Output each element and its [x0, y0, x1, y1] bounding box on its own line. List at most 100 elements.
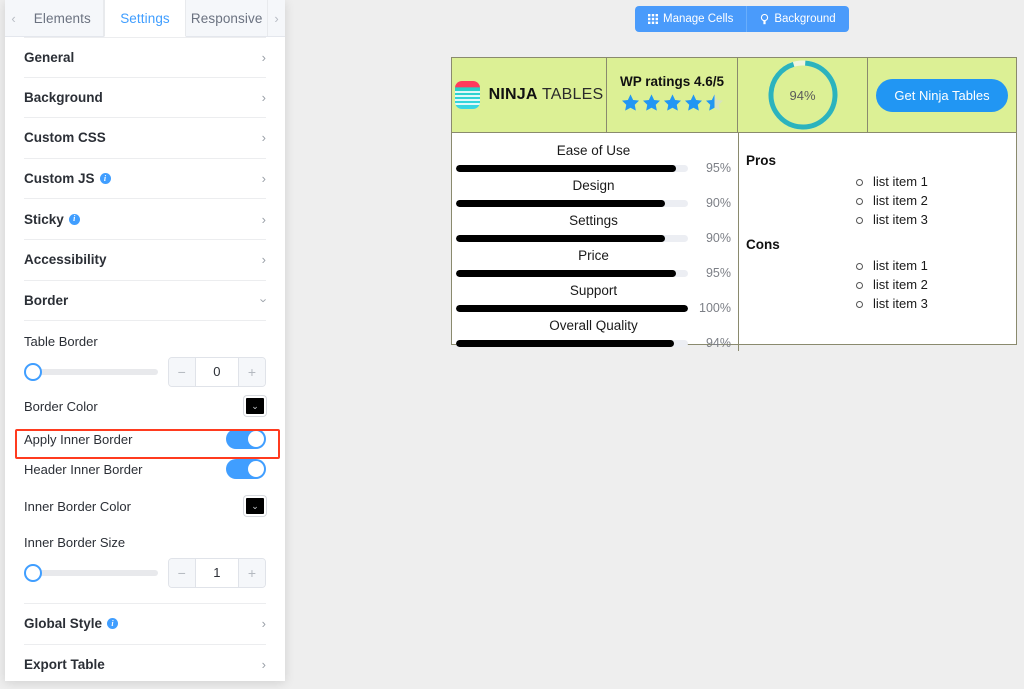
accordion-border-label: Border — [24, 292, 69, 308]
accordion-global-style[interactable]: Global Style i › — [24, 604, 266, 645]
header-inner-border-row[interactable]: Header Inner Border — [24, 454, 266, 484]
chevron-right-icon: › — [261, 616, 266, 632]
tab-responsive[interactable]: Responsive — [186, 0, 269, 36]
border-color-row: Border Color ⌄ — [24, 390, 266, 422]
apply-inner-border-toggle[interactable] — [226, 429, 266, 450]
bar-label: Settings — [569, 213, 618, 228]
bar-percent: 100% — [699, 301, 731, 315]
logo-text-light: TABLES — [537, 86, 604, 103]
accordion-border[interactable]: Border › — [24, 281, 271, 322]
tab-elements[interactable]: Elements — [22, 0, 104, 36]
bar-label: Design — [572, 178, 615, 193]
accordion-general-label: General — [24, 49, 75, 65]
accordion-background[interactable]: Background › — [24, 78, 266, 119]
bar-fill — [456, 199, 665, 207]
table-border-label: Table Border — [24, 334, 98, 350]
get-ninja-tables-button[interactable]: Get Ninja Tables — [876, 78, 1008, 112]
list-item: list item 1 — [853, 172, 1016, 191]
cons-list: list item 1 list item 2 list item 3 — [739, 256, 1016, 313]
info-icon[interactable]: i — [99, 173, 111, 185]
logo-text: NINJA TABLES — [489, 86, 604, 104]
toggle-knob — [248, 431, 264, 448]
manage-cells-button[interactable]: Manage Cells — [635, 6, 747, 32]
table-border-control: − 0 + — [24, 353, 266, 390]
list-item: list item 1 — [853, 256, 1016, 275]
info-icon[interactable]: i — [107, 618, 119, 630]
score-value: 94% — [789, 87, 816, 103]
tab-scroll-right-icon[interactable]: › — [268, 0, 285, 36]
header-cell-score: 94% — [738, 58, 868, 133]
bar-percent: 90% — [705, 231, 731, 245]
inner-border-size-slider[interactable] — [24, 563, 158, 582]
chevron-right-icon: › — [261, 130, 266, 146]
chevron-down-icon: ⌄ — [251, 500, 259, 511]
slider-track — [24, 569, 158, 576]
grid-icon — [648, 14, 658, 24]
increment-icon[interactable]: + — [238, 558, 265, 587]
settings-list: General › Background › Custom CSS › Cust… — [5, 37, 285, 681]
accordion-export-table-label: Export Table — [24, 657, 105, 673]
increment-icon[interactable]: + — [238, 357, 265, 386]
decrement-icon[interactable]: − — [168, 558, 196, 587]
bar-label: Support — [569, 283, 618, 298]
bar-item: Price 95% — [456, 246, 731, 280]
slider-handle[interactable] — [24, 563, 42, 582]
bar-percent: 94% — [705, 336, 731, 350]
table-body-row: Ease of Use 95% Design 90% Settings 90% … — [452, 133, 1016, 351]
score-donut-chart: 94% — [766, 58, 840, 132]
chevron-down-icon: ⌄ — [251, 400, 259, 411]
header-inner-border-toggle[interactable] — [226, 459, 266, 480]
border-color-swatch[interactable]: ⌄ — [244, 396, 266, 417]
half-star-icon — [705, 94, 723, 116]
apply-inner-border-row[interactable]: Apply Inner Border — [24, 424, 266, 454]
accordion-sticky-label: Sticky — [24, 211, 64, 227]
star-rating — [621, 94, 723, 116]
list-item: list item 3 — [853, 294, 1016, 313]
toggle-knob — [248, 461, 264, 478]
bar-item: Support 100% — [456, 281, 731, 315]
table-border-value[interactable]: 0 — [196, 358, 238, 386]
inner-border-size-value[interactable]: 1 — [196, 559, 238, 587]
star-icon — [684, 94, 702, 116]
accordion-sticky[interactable]: Sticky i › — [24, 199, 266, 240]
bar-fill — [456, 339, 675, 347]
logo-text-bold: NINJA — [488, 86, 538, 103]
accordion-accessibility[interactable]: Accessibility › — [24, 240, 266, 281]
inner-border-size-stepper[interactable]: − 1 + — [167, 557, 266, 588]
inner-border-size-label: Inner Border Size — [24, 535, 126, 551]
bar-line: 90% — [456, 231, 731, 245]
bar-fill — [456, 269, 677, 277]
bar-line: 90% — [456, 196, 731, 210]
bar-fill — [456, 164, 677, 172]
accordion-custom-js[interactable]: Custom JS i › — [24, 159, 266, 200]
chevron-right-icon: › — [261, 211, 266, 227]
background-button[interactable]: Background — [746, 6, 849, 32]
accordion-general[interactable]: General › — [24, 37, 266, 78]
chevron-down-icon: › — [256, 298, 272, 303]
star-icon — [642, 94, 660, 116]
table-border-slider[interactable] — [24, 362, 158, 381]
slider-handle[interactable] — [24, 362, 42, 381]
bar-item: Design 90% — [456, 176, 731, 210]
list-item: list item 2 — [853, 275, 1016, 294]
accordion-global-style-label: Global Style — [24, 616, 103, 632]
bar-percent: 95% — [705, 266, 731, 280]
chevron-right-icon: › — [261, 171, 266, 187]
list-item: list item 3 — [853, 210, 1016, 229]
accordion-accessibility-label: Accessibility — [24, 252, 107, 268]
accordion-export-table[interactable]: Export Table › — [24, 645, 266, 681]
tab-scroll-left-icon[interactable]: ‹ — [5, 0, 22, 36]
accordion-custom-css[interactable]: Custom CSS › — [24, 118, 266, 159]
bar-track — [456, 164, 688, 172]
bulb-icon — [760, 13, 769, 25]
tab-settings[interactable]: Settings — [103, 0, 187, 37]
bar-track — [456, 234, 688, 242]
table-border-stepper[interactable]: − 0 + — [167, 356, 266, 387]
info-icon[interactable]: i — [68, 213, 80, 225]
ninja-tables-logo-icon — [454, 81, 480, 109]
decrement-icon[interactable]: − — [168, 357, 196, 386]
chevron-right-icon: › — [261, 49, 266, 65]
bar-fill — [456, 304, 688, 312]
inner-border-color-swatch[interactable]: ⌄ — [244, 496, 266, 517]
star-icon — [621, 94, 639, 116]
